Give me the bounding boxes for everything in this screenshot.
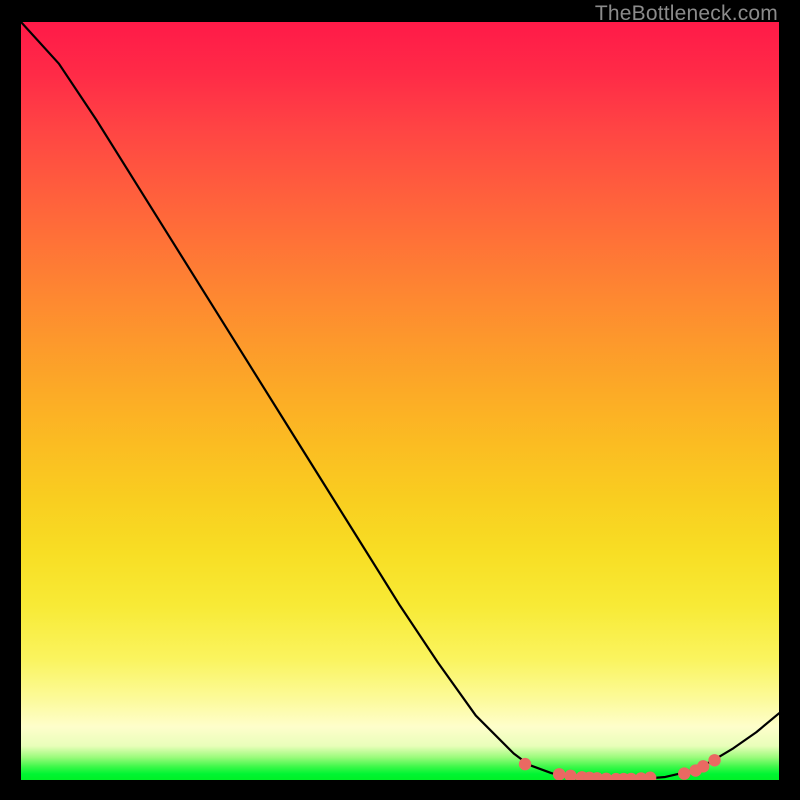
dots-group — [519, 754, 721, 780]
data-point — [678, 767, 690, 779]
data-point — [519, 758, 531, 770]
chart-svg — [21, 22, 779, 780]
chart-container: TheBottleneck.com — [0, 0, 800, 800]
curve-line — [21, 22, 779, 779]
data-point — [553, 768, 565, 780]
watermark-text: TheBottleneck.com — [595, 2, 778, 26]
data-point — [564, 770, 576, 780]
data-point — [697, 760, 709, 772]
plot-area — [21, 22, 779, 780]
data-point — [644, 772, 656, 780]
data-point — [708, 754, 720, 766]
